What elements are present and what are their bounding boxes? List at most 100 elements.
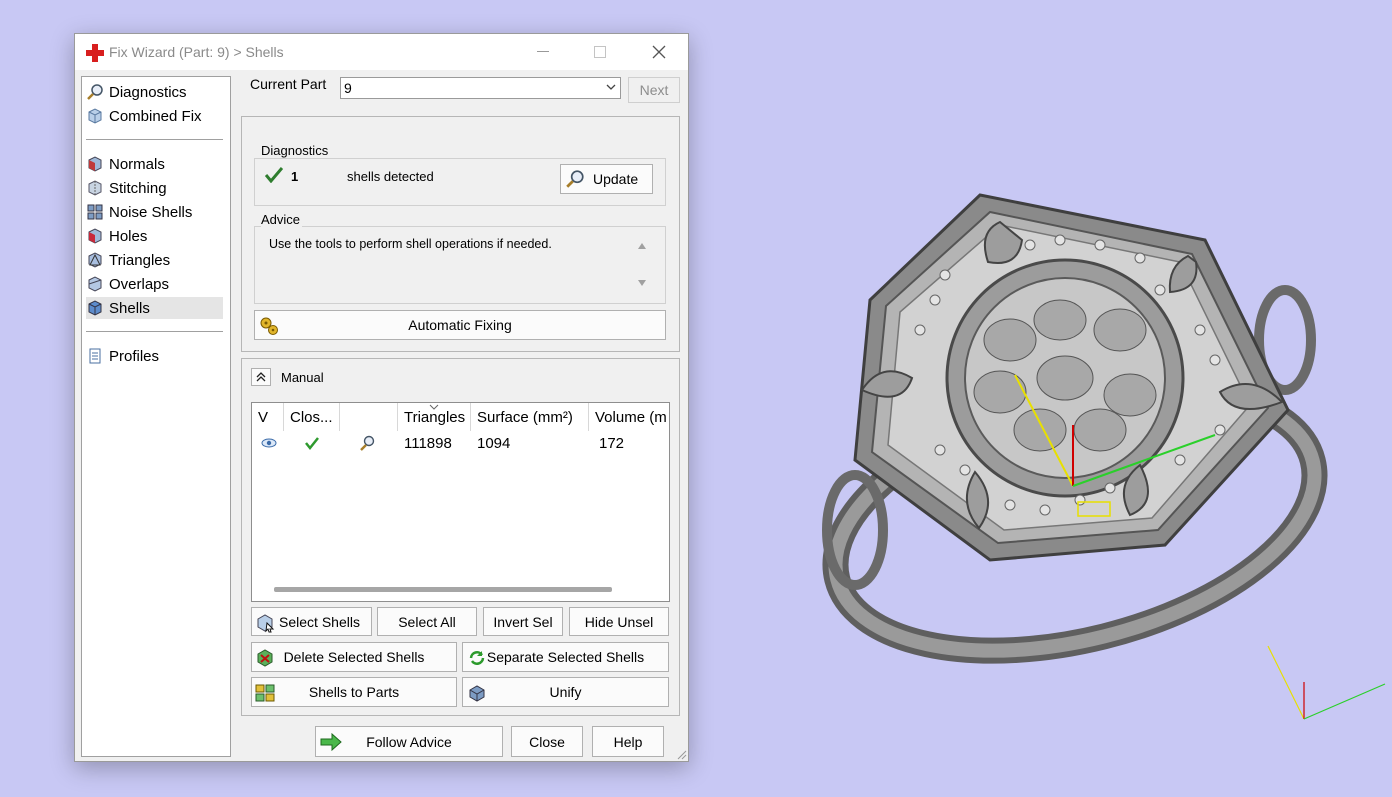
select-shells-button[interactable]: Select Shells: [251, 607, 372, 636]
diagnostics-title: Diagnostics: [261, 143, 331, 158]
shell-count: 1: [291, 169, 299, 184]
current-part-label: Current Part: [250, 76, 327, 92]
column-header-surface[interactable]: Surface (mm²): [471, 403, 589, 431]
close-icon: [652, 45, 666, 59]
nav-item-holes[interactable]: Holes: [86, 225, 223, 247]
column-header-visible[interactable]: V: [252, 403, 284, 431]
diagnostics-status: shells detected: [347, 169, 434, 184]
close-window-button[interactable]: [631, 34, 687, 70]
nav-item-label: Triangles: [109, 251, 171, 269]
minimize-icon: [537, 51, 549, 52]
noise-shells-icon: [87, 204, 103, 220]
nav-item-label: Diagnostics: [109, 83, 187, 101]
manual-title: Manual: [281, 370, 324, 385]
column-header-volume[interactable]: Volume (m: [589, 403, 671, 431]
row-volume: 172: [599, 434, 625, 452]
nav-item-label: Shells: [109, 299, 150, 317]
row-triangles: 111898: [404, 434, 452, 452]
gears-icon: [260, 317, 278, 335]
sort-arrow-icon: [429, 404, 439, 410]
row-surface: 1094: [477, 434, 511, 452]
update-button[interactable]: Update: [560, 164, 653, 194]
nav-item-noise-shells[interactable]: Noise Shells: [86, 201, 223, 223]
overlaps-icon: [88, 276, 102, 292]
double-chevron-up-icon: [256, 372, 266, 382]
unify-icon: [469, 685, 485, 702]
nav-item-label: Profiles: [109, 347, 160, 365]
follow-advice-button[interactable]: Follow Advice: [315, 726, 503, 757]
unify-button[interactable]: Unify: [462, 677, 669, 707]
document-icon: [89, 348, 101, 364]
normals-icon: [88, 156, 102, 172]
chevron-down-icon: [606, 84, 616, 90]
update-label: Update: [593, 171, 639, 187]
separate-shells-icon: [469, 651, 485, 665]
nav-item-stitching[interactable]: Stitching: [86, 177, 223, 199]
nav-divider: [86, 331, 223, 332]
magnifier-icon: [566, 170, 584, 188]
current-part-value: 9: [344, 80, 352, 96]
advice-title: Advice: [261, 212, 303, 227]
help-button[interactable]: Help: [592, 726, 664, 757]
next-button[interactable]: Next: [628, 77, 680, 103]
nav-item-label: Holes: [109, 227, 148, 245]
select-shells-icon: [257, 614, 275, 633]
axis-triad: [1267, 645, 1386, 720]
delete-selected-shells-button[interactable]: Delete Selected Shells: [251, 642, 457, 672]
stitching-icon: [88, 180, 102, 196]
nav-item-label: Normals: [109, 155, 165, 173]
collapse-manual-button[interactable]: [251, 368, 271, 386]
resize-grip-icon[interactable]: [675, 748, 687, 760]
nav-item-shells[interactable]: Shells: [86, 297, 223, 319]
close-button[interactable]: Close: [511, 726, 583, 757]
invert-selection-button[interactable]: Invert Sel: [483, 607, 563, 636]
nav-item-profiles[interactable]: Profiles: [86, 345, 223, 367]
unify-label: Unify: [549, 684, 582, 700]
fix-wizard-dialog: Fix Wizard (Part: 9) > Shells Diagnostic…: [74, 33, 689, 762]
nav-item-label: Noise Shells: [109, 203, 193, 221]
nav-divider: [86, 139, 223, 140]
eye-icon[interactable]: [260, 433, 278, 453]
automatic-fixing-label: Automatic Fixing: [408, 317, 512, 333]
ring-model[interactable]: [808, 193, 1342, 696]
maximize-button[interactable]: [572, 34, 628, 70]
advice-scrollbar[interactable]: [634, 234, 650, 296]
hide-unselected-button[interactable]: Hide Unsel: [569, 607, 669, 636]
select-all-button[interactable]: Select All: [377, 607, 477, 636]
shells-to-parts-button[interactable]: Shells to Parts: [251, 677, 457, 707]
nav-item-triangles[interactable]: Triangles: [86, 249, 223, 271]
nav-item-overlaps[interactable]: Overlaps: [86, 273, 223, 295]
automatic-fixing-button[interactable]: Automatic Fixing: [254, 310, 666, 340]
closed-check-icon: [305, 437, 319, 451]
column-header-inspect[interactable]: [340, 403, 398, 431]
holes-icon: [88, 228, 102, 244]
cube-icon: [88, 108, 102, 124]
follow-advice-label: Follow Advice: [366, 733, 452, 750]
maximize-icon: [594, 46, 606, 58]
title-bar[interactable]: Fix Wizard (Part: 9) > Shells: [75, 34, 688, 70]
column-header-closed[interactable]: Clos...: [284, 403, 340, 431]
shells-to-parts-label: Shells to Parts: [308, 684, 400, 700]
table-horizontal-scrollbar[interactable]: [274, 587, 612, 592]
delete-selected-label: Delete Selected Shells: [283, 649, 425, 665]
shells-to-parts-icon: [255, 684, 275, 702]
wizard-navigation: Diagnostics Combined Fix Normals Stitchi…: [81, 76, 231, 757]
current-part-select[interactable]: 9: [340, 77, 621, 99]
nav-item-combined-fix[interactable]: Combined Fix: [86, 105, 223, 127]
nav-item-diagnostics[interactable]: Diagnostics: [86, 81, 223, 103]
nav-item-label: Combined Fix: [109, 107, 202, 125]
separate-selected-label: Separate Selected Shells: [486, 649, 645, 665]
advice-text: Use the tools to perform shell operation…: [269, 237, 552, 251]
minimize-button[interactable]: [515, 34, 571, 70]
checkmark-icon: [265, 167, 283, 183]
nav-item-normals[interactable]: Normals: [86, 153, 223, 175]
arrow-right-icon: [320, 733, 342, 751]
window-title: Fix Wizard (Part: 9) > Shells: [109, 44, 284, 60]
inspect-magnifier-icon[interactable]: [358, 433, 376, 453]
nav-item-label: Overlaps: [109, 275, 170, 293]
separate-selected-shells-button[interactable]: Separate Selected Shells: [462, 642, 669, 672]
nav-item-label: Stitching: [109, 179, 167, 197]
select-shells-label: Select Shells: [279, 613, 360, 630]
shells-icon: [88, 300, 102, 316]
red-cross-icon: [86, 44, 104, 62]
